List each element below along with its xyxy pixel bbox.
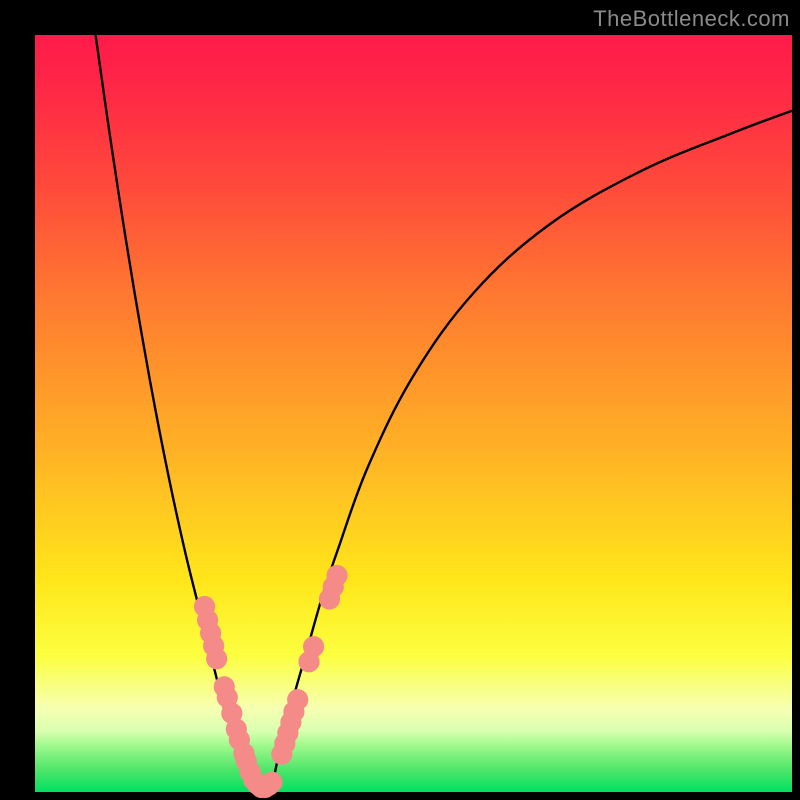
- plot-area: [35, 35, 792, 792]
- chart-frame: TheBottleneck.com: [0, 0, 800, 800]
- chart-svg: [35, 35, 792, 792]
- curve-markers: [194, 565, 348, 798]
- curve-marker: [326, 565, 347, 586]
- curve-lines: [96, 35, 792, 789]
- watermark-text: TheBottleneck.com: [593, 6, 790, 32]
- curve-marker: [303, 636, 324, 657]
- curve-marker: [261, 772, 282, 793]
- curve-marker: [206, 648, 227, 669]
- curve-marker: [287, 689, 308, 710]
- bottleneck-curve: [96, 35, 792, 789]
